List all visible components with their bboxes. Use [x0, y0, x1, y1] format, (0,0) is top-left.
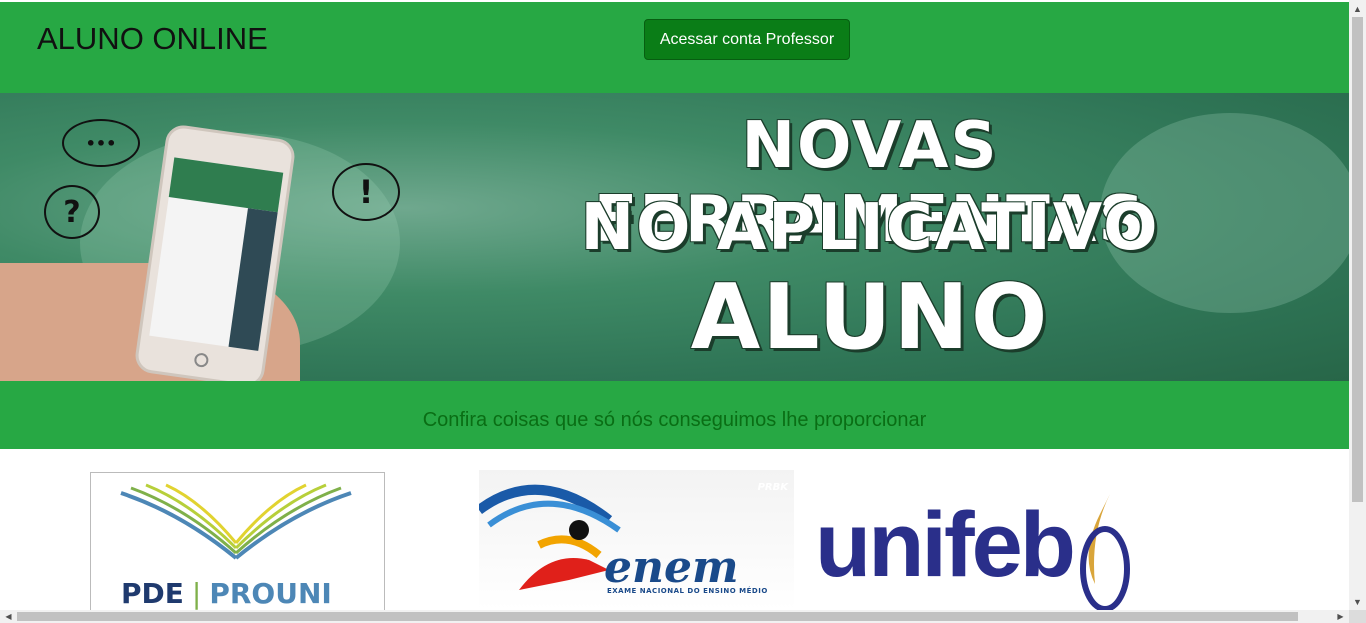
- horizontal-scroll-thumb[interactable]: [17, 612, 1298, 621]
- chat-bubble-icon: •••: [62, 119, 140, 167]
- partner-logos: PDE | PROUNI PRBK enem EXAME NACIONAL DO E…: [0, 449, 1349, 612]
- promo-banner[interactable]: ••• ? ! NOVAS FERRAMENTAS NO APLICATIVO …: [0, 93, 1349, 381]
- banner-line-3: ALUNO ONLINE: [674, 265, 1063, 381]
- vertical-scroll-thumb[interactable]: [1352, 17, 1363, 502]
- scrollbar-corner: [1349, 610, 1366, 623]
- scroll-left-icon[interactable]: ◀: [0, 610, 17, 623]
- site-header: ALUNO ONLINE Acessar conta Professor: [0, 2, 1349, 93]
- subheader-bar: Confira coisas que só nós conseguimos lh…: [0, 381, 1349, 449]
- book-icon: [120, 483, 352, 560]
- brand-title: ALUNO ONLINE: [37, 21, 268, 56]
- scroll-right-icon[interactable]: ▶: [1332, 610, 1349, 623]
- enem-tag: PRBK: [757, 482, 788, 493]
- unifeb-flame-icon: [1080, 494, 1130, 612]
- professor-login-button[interactable]: Acessar conta Professor: [644, 19, 850, 60]
- enem-subtitle: EXAME NACIONAL DO ENSINO MÉDIO: [607, 587, 768, 595]
- subheader-text: Confira coisas que só nós conseguimos lh…: [422, 409, 927, 431]
- enem-logo[interactable]: PRBK enem EXAME NACIONAL DO ENSINO MÉDIO: [479, 470, 794, 610]
- scroll-up-icon[interactable]: ▲: [1349, 0, 1366, 17]
- prouni-logo[interactable]: PDE | PROUNI: [90, 472, 385, 612]
- banner-headline: NOVAS FERRAMENTAS NO APLICATIVO ALUNO ON…: [520, 93, 1220, 381]
- unifeb-logo[interactable]: unifeb: [815, 489, 1145, 614]
- exclamation-bubble-icon: !: [332, 163, 400, 221]
- horizontal-scrollbar[interactable]: ◀ ▶: [0, 610, 1349, 623]
- prouni-left-text: PDE: [121, 577, 184, 610]
- question-bubble-icon: ?: [44, 185, 100, 239]
- banner-line-2: NO APLICATIVO: [580, 191, 1160, 265]
- enem-name: enem: [604, 542, 739, 593]
- unifeb-name: unifeb: [815, 494, 1076, 596]
- prouni-right-text: PROUNI: [209, 577, 332, 610]
- vertical-scrollbar[interactable]: ▲ ▼: [1349, 0, 1366, 610]
- scroll-down-icon[interactable]: ▼: [1349, 593, 1366, 610]
